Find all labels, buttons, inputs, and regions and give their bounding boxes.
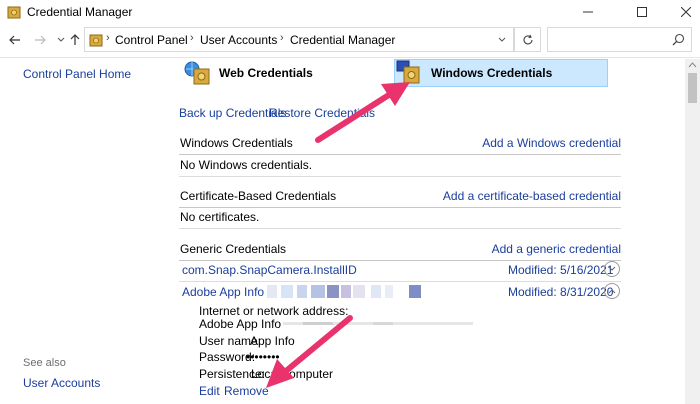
vertical-scrollbar[interactable] bbox=[685, 59, 700, 404]
arrow-right-icon bbox=[35, 35, 46, 45]
address-value: Adobe App Info bbox=[199, 317, 282, 331]
scroll-up-icon[interactable] bbox=[688, 61, 697, 69]
credential-name[interactable]: Adobe App Info bbox=[182, 285, 264, 299]
restore-credentials-link[interactable]: Restore Credentials bbox=[269, 106, 375, 120]
certificate-credentials-section-header: Certificate-Based Credentials Add a cert… bbox=[179, 186, 621, 208]
search-input[interactable] bbox=[547, 27, 692, 52]
minimize-icon bbox=[583, 11, 593, 13]
minimize-button[interactable] bbox=[566, 0, 610, 24]
windows-credentials-tile[interactable]: Windows Credentials bbox=[394, 59, 608, 87]
breadcrumb-user-accounts[interactable]: User Accounts bbox=[200, 33, 277, 47]
breadcrumb-separator[interactable]: › bbox=[106, 32, 110, 44]
windows-credentials-section-header: Windows Credentials Add a Windows creden… bbox=[179, 133, 621, 155]
search-icon bbox=[672, 33, 685, 46]
title-bar: Credential Manager bbox=[0, 0, 700, 24]
windows-credentials-label: Windows Credentials bbox=[431, 66, 553, 80]
persistence-value: Local computer bbox=[251, 367, 334, 381]
arrow-up-icon bbox=[70, 34, 80, 45]
see-also-label: See also bbox=[23, 357, 66, 369]
section-title: Windows Credentials bbox=[180, 136, 293, 150]
chevron-down-icon bbox=[57, 37, 65, 42]
edit-link[interactable]: Edit bbox=[199, 384, 220, 398]
credential-row-expanded[interactable]: Adobe App Info Modified: 8/31/2020 bbox=[179, 282, 621, 302]
refresh-icon bbox=[523, 34, 533, 44]
address-dropdown-button[interactable] bbox=[495, 33, 509, 47]
chevron-down-icon bbox=[498, 37, 506, 42]
add-certificate-credential-link[interactable]: Add a certificate-based credential bbox=[443, 189, 621, 203]
navigation-bar: › Control Panel › User Accounts › Creden… bbox=[0, 24, 700, 58]
blurred-region bbox=[267, 285, 421, 298]
close-button[interactable] bbox=[664, 0, 700, 24]
up-button[interactable] bbox=[66, 31, 84, 49]
windows-credentials-empty: No Windows credentials. bbox=[180, 158, 313, 172]
username-value: App Info bbox=[250, 334, 295, 348]
credential-modified: Modified: 8/31/2020 bbox=[508, 285, 614, 299]
password-value: •••••••• bbox=[246, 350, 280, 364]
generic-credentials-section-header: Generic Credentials Add a generic creden… bbox=[179, 239, 621, 261]
expand-button[interactable] bbox=[604, 261, 620, 277]
web-credentials-tile[interactable]: Web Credentials bbox=[183, 59, 393, 87]
breadcrumb-separator[interactable]: › bbox=[190, 32, 194, 44]
scrollbar-thumb[interactable] bbox=[688, 73, 697, 103]
credential-modified: Modified: 5/16/2021 bbox=[508, 263, 614, 277]
address-label: Internet or network address: bbox=[199, 304, 349, 318]
section-divider bbox=[179, 176, 621, 177]
chevron-up-icon bbox=[608, 289, 616, 294]
maximize-icon bbox=[637, 7, 647, 17]
control-panel-home-link[interactable]: Control Panel Home bbox=[23, 67, 131, 81]
web-credentials-icon bbox=[184, 61, 210, 85]
collapse-button[interactable] bbox=[604, 283, 620, 299]
section-divider bbox=[179, 228, 621, 229]
main-content: Web Credentials Windows Credentials Back… bbox=[165, 59, 685, 404]
add-generic-credential-link[interactable]: Add a generic credential bbox=[492, 242, 621, 256]
chevron-down-icon bbox=[608, 266, 616, 271]
credential-manager-icon bbox=[7, 6, 21, 19]
breadcrumb-separator[interactable]: › bbox=[280, 32, 284, 44]
add-windows-credential-link[interactable]: Add a Windows credential bbox=[482, 136, 621, 150]
user-accounts-link[interactable]: User Accounts bbox=[23, 376, 100, 390]
forward-button[interactable] bbox=[31, 31, 49, 49]
web-credentials-label: Web Credentials bbox=[219, 66, 313, 80]
remove-link[interactable]: Remove bbox=[224, 384, 269, 398]
maximize-button[interactable] bbox=[620, 0, 664, 24]
section-title: Generic Credentials bbox=[180, 242, 287, 256]
breadcrumb-credential-manager[interactable]: Credential Manager bbox=[290, 33, 395, 47]
blurred-region bbox=[283, 322, 473, 325]
credential-row[interactable]: com.Snap.SnapCamera.InstallID Modified: … bbox=[179, 260, 621, 280]
windows-credentials-icon bbox=[396, 60, 420, 84]
window-title: Credential Manager bbox=[27, 5, 133, 19]
section-title: Certificate-Based Credentials bbox=[180, 189, 337, 203]
breadcrumb-control-panel[interactable]: Control Panel bbox=[115, 33, 188, 47]
arrow-left-icon bbox=[9, 35, 20, 45]
certificates-empty: No certificates. bbox=[180, 210, 260, 224]
back-button[interactable] bbox=[6, 31, 24, 49]
close-icon bbox=[681, 7, 691, 17]
control-panel-icon bbox=[89, 34, 103, 47]
credential-name[interactable]: com.Snap.SnapCamera.InstallID bbox=[182, 263, 357, 277]
address-bar[interactable]: › Control Panel › User Accounts › Creden… bbox=[84, 27, 514, 52]
refresh-button[interactable] bbox=[514, 27, 541, 52]
left-pane: Control Panel Home See also User Account… bbox=[0, 59, 165, 404]
